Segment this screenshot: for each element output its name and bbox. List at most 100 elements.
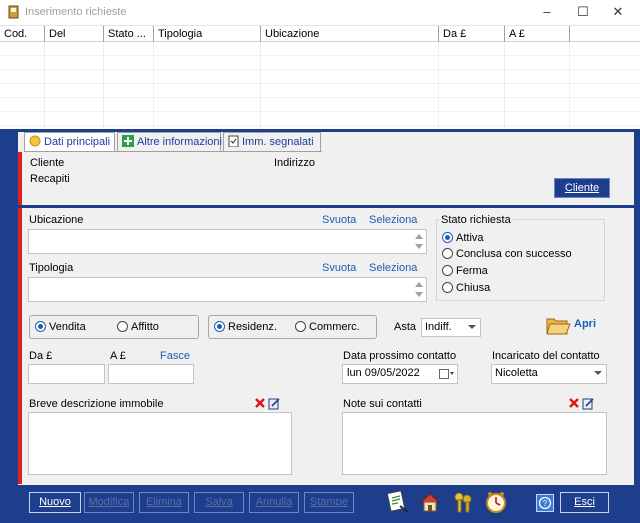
sun-icon — [29, 135, 41, 147]
modifica-button[interactable]: Modifica — [84, 492, 134, 513]
da-field[interactable] — [28, 364, 105, 384]
incaricato-select[interactable]: Nicoletta — [491, 364, 607, 384]
stato-ferma-radio[interactable]: Ferma — [442, 265, 488, 277]
incaricato-label: Incaricato del contatto — [492, 350, 600, 362]
commerciale-radio[interactable]: Commerc. — [295, 321, 360, 333]
clear-icon[interactable] — [569, 398, 579, 408]
asta-label: Asta — [394, 321, 417, 333]
tipologia-field[interactable] — [28, 277, 427, 302]
tab-label: Altre informazioni — [137, 136, 222, 148]
a-field[interactable] — [108, 364, 194, 384]
plus-icon — [122, 135, 134, 147]
tab-baseline — [24, 151, 322, 152]
chevron-down-icon — [468, 325, 476, 329]
esci-button[interactable]: Esci — [559, 491, 610, 514]
note-field[interactable] — [342, 412, 607, 475]
recapiti-label: Recapiti — [30, 173, 70, 185]
salva-button[interactable]: Salva — [194, 492, 244, 513]
column-stato[interactable]: Stato ... — [104, 26, 154, 42]
vendita-radio[interactable]: Vendita — [35, 321, 86, 333]
grid-body — [0, 43, 640, 131]
stato-chiusa-radio[interactable]: Chiusa — [442, 282, 490, 294]
seleziona-ubicazione-link[interactable]: Seleziona — [369, 214, 417, 226]
apri-label: Apri — [574, 318, 596, 330]
elimina-button[interactable]: Elimina — [139, 492, 189, 513]
tab-label: Dati principali — [44, 136, 111, 148]
da-label: Da £ — [29, 350, 53, 362]
data-contatto-value: lun 09/05/2022 — [347, 367, 420, 379]
column-a[interactable]: A £ — [505, 26, 570, 42]
stato-conclusa-radio[interactable]: Conclusa con successo — [442, 248, 572, 260]
cliente-label: Cliente — [30, 157, 65, 169]
close-button[interactable]: ✕ — [595, 2, 640, 24]
calendar-dropdown-icon — [439, 369, 454, 379]
tab-dati-principali[interactable]: Dati principali — [24, 132, 115, 152]
stato-attiva-radio[interactable]: Attiva — [442, 232, 484, 244]
indirizzo-label: Indirizzo — [274, 157, 315, 169]
apri-button[interactable]: Apri — [545, 310, 601, 338]
fasce-link[interactable]: Fasce — [160, 350, 190, 362]
a-label: A £ — [110, 350, 126, 362]
data-contatto-picker[interactable]: lun 09/05/2022 — [342, 364, 458, 384]
descrizione-field[interactable] — [28, 412, 292, 475]
seleziona-tipologia-link[interactable]: Seleziona — [369, 262, 417, 274]
tab-altre-informazioni[interactable]: Altre informazioni — [117, 132, 222, 151]
chevron-down-icon — [594, 371, 602, 375]
tipologia-label: Tipologia — [29, 262, 74, 274]
column-da[interactable]: Da £ — [439, 26, 505, 42]
radio-label: Ferma — [456, 265, 488, 277]
radio-dot — [295, 321, 306, 332]
residenziale-radio[interactable]: Residenz. — [214, 321, 277, 333]
cliente-button[interactable]: Cliente — [554, 178, 610, 198]
ubicazione-field[interactable] — [28, 229, 427, 254]
grid-header: Cod. Del Stato ... Tipologia Ubicazione … — [0, 26, 640, 42]
section-divider — [18, 205, 634, 208]
column-cod[interactable]: Cod. — [0, 26, 45, 42]
radio-label: Residenz. — [228, 321, 277, 333]
radio-label: Affitto — [131, 321, 159, 333]
svg-text:?: ? — [543, 499, 548, 508]
column-del[interactable]: Del — [45, 26, 104, 42]
radio-dot — [442, 265, 453, 276]
edit-icon[interactable] — [582, 397, 595, 410]
svuota-tipologia-link[interactable]: Svuota — [322, 262, 356, 274]
note-label: Note sui contatti — [343, 398, 422, 410]
annulla-button[interactable]: Annulla — [249, 492, 299, 513]
affitto-radio[interactable]: Affitto — [117, 321, 159, 333]
tab-imm-segnalati[interactable]: Imm. segnalati — [223, 132, 321, 151]
nuovo-button[interactable]: Nuovo — [28, 491, 82, 514]
column-ubicazione[interactable]: Ubicazione — [261, 26, 439, 42]
folder-open-icon — [546, 318, 571, 335]
column-tipologia[interactable]: Tipologia — [154, 26, 261, 42]
radio-label: Vendita — [49, 321, 86, 333]
radio-label: Chiusa — [456, 282, 491, 294]
clear-icon[interactable] — [255, 398, 265, 408]
document-icon[interactable] — [386, 490, 410, 514]
edit-icon[interactable] — [268, 397, 281, 410]
radio-dot — [214, 321, 225, 332]
tab-label: Imm. segnalati — [242, 136, 314, 148]
radio-dot — [442, 232, 453, 243]
radio-dot — [442, 282, 453, 293]
red-accent-bar — [18, 208, 22, 484]
asta-value: Indiff. — [425, 321, 452, 333]
tipologia-scrollbar[interactable] — [413, 278, 426, 301]
window-title: Inserimento richieste — [25, 6, 127, 18]
ubicazione-scrollbar[interactable] — [413, 230, 426, 253]
stato-richiesta-title: Stato richiesta — [439, 214, 513, 226]
svuota-ubicazione-link[interactable]: Svuota — [322, 214, 356, 226]
asta-select[interactable]: Indiff. — [421, 318, 481, 337]
help-icon[interactable]: ? — [536, 494, 554, 512]
radio-label: Commerc. — [309, 321, 360, 333]
house-icon[interactable] — [418, 490, 442, 514]
ubicazione-label: Ubicazione — [29, 214, 84, 226]
descrizione-label: Breve descrizione immobile — [29, 398, 164, 410]
stampe-button[interactable]: Stampe — [304, 492, 354, 513]
title-bar: Inserimento richieste – ☐ ✕ — [0, 0, 640, 25]
radio-label: Conclusa con successo — [456, 248, 572, 260]
requests-grid[interactable]: Cod. Del Stato ... Tipologia Ubicazione … — [0, 25, 640, 131]
clipboard-icon — [228, 135, 239, 147]
keys-icon[interactable] — [451, 490, 475, 514]
clock-icon[interactable] — [484, 490, 508, 514]
radio-dot — [117, 321, 128, 332]
